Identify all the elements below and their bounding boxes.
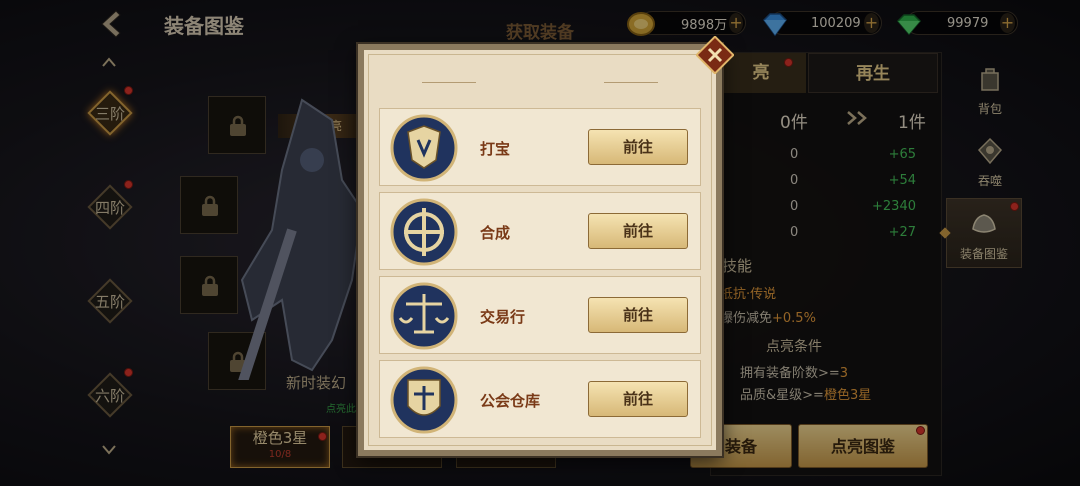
source-label: 打宝	[480, 140, 511, 158]
source-label: 交易行	[480, 308, 526, 326]
guild-warehouse-emblem-icon	[390, 366, 458, 434]
source-row-treasure: 打宝 前往	[379, 108, 701, 186]
title-divider-right	[604, 82, 658, 83]
go-button[interactable]: 前往	[588, 381, 688, 417]
go-button[interactable]: 前往	[588, 213, 688, 249]
go-button-label: 前往	[622, 390, 653, 408]
source-row-synthesis: 合成 前往	[379, 192, 701, 270]
trading-house-emblem-icon	[390, 282, 458, 350]
synthesis-emblem-icon	[390, 198, 458, 266]
source-label: 合成	[480, 224, 511, 242]
go-button-label: 前往	[622, 138, 653, 156]
treasure-hunt-emblem-icon	[390, 114, 458, 182]
source-row-trading-house: 交易行 前往	[379, 276, 701, 354]
title-divider-left	[422, 82, 476, 83]
close-icon[interactable]	[695, 35, 735, 75]
source-row-guild-warehouse: 公会仓库 前往	[379, 360, 701, 438]
go-button-label: 前往	[622, 222, 653, 240]
go-button[interactable]: 前往	[588, 297, 688, 333]
dialog-title: 获取装备	[506, 23, 574, 43]
go-button[interactable]: 前往	[588, 129, 688, 165]
source-label: 公会仓库	[480, 392, 541, 410]
go-button-label: 前往	[622, 306, 653, 324]
